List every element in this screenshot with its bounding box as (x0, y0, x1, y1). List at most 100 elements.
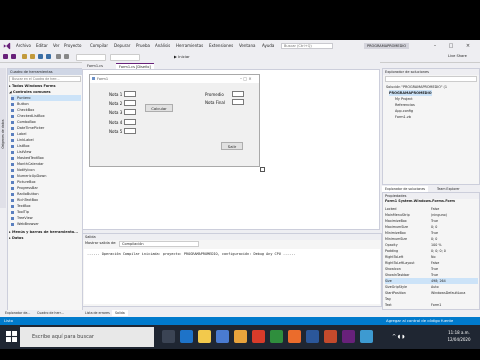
menu-item-proyecto[interactable]: Proyecto (64, 43, 81, 48)
textbox-promedio[interactable] (232, 91, 244, 97)
app-icon[interactable] (360, 330, 373, 343)
toolbox-item-label: DateTimePicker (17, 126, 45, 130)
redo-icon[interactable] (64, 54, 69, 59)
output-line: ------ Operación Compilar iniciada: proy… (87, 252, 296, 256)
toolbox-item-label: NotifyIcon (17, 168, 35, 172)
edge-browser-icon[interactable] (180, 330, 193, 343)
label-nota-final[interactable]: Nota Final (205, 100, 225, 105)
menu-item-analisis[interactable]: Análisis (155, 43, 170, 48)
textbox-nota-final[interactable] (232, 99, 244, 105)
menu-bar: Archivo Editar Ver Proyecto Compilar Dep… (0, 40, 480, 52)
platform-dropdown[interactable] (110, 54, 140, 61)
puntero-icon (11, 96, 14, 100)
label-promedio[interactable]: Promedio (205, 92, 224, 97)
back-icon[interactable] (3, 54, 8, 59)
forward-icon[interactable] (11, 54, 16, 59)
open-folder-icon[interactable] (30, 54, 35, 59)
status-bar: Listo Agregar al control de código fuent… (0, 317, 480, 325)
menu-item-herramientas[interactable]: Herramientas (176, 43, 203, 48)
solution-explorer-tab-strip: Explorador de soluciones Team Explorer (382, 185, 480, 192)
radiobutton-icon (11, 192, 14, 196)
system-tray-icons[interactable]: ^ ◖ ◗ (392, 334, 405, 340)
tab-bottom-explorer[interactable]: Explorador de... (2, 310, 33, 316)
maximize-icon[interactable]: □ (446, 42, 456, 50)
windows-start-icon[interactable] (6, 331, 17, 342)
label-nota-3[interactable]: Nota 3 (109, 110, 122, 115)
form-resize-handle[interactable] (260, 167, 265, 172)
save-all-icon[interactable] (46, 54, 51, 59)
store-icon[interactable] (216, 330, 229, 343)
textbox-nota-1[interactable] (124, 91, 136, 97)
properties-object-selector[interactable]: Form1 System.Windows.Forms.Form (385, 199, 455, 203)
property-row-text[interactable]: Text Form1 (385, 302, 478, 308)
task-view-icon[interactable] (162, 330, 175, 343)
project-name-badge: PROGRAMAPROMEDIO (364, 43, 410, 49)
quick-launch-search-input[interactable]: Buscar (Ctrl+Q) (281, 43, 333, 49)
visual-studio-logo-icon (3, 42, 11, 50)
calcular-button[interactable]: Calcular (145, 104, 173, 112)
live-share-button[interactable]: Live Share (448, 54, 467, 58)
textbox-nota-4[interactable] (124, 119, 136, 125)
powerpoint-icon[interactable] (324, 330, 337, 343)
form1-window[interactable]: Form1 – □ × Nota 1 Nota 2 Nota 3 Nota 4 … (89, 74, 260, 167)
textbox-nota-2[interactable] (124, 100, 136, 106)
visual-studio-taskbar-icon[interactable] (342, 330, 355, 343)
firefox-icon[interactable] (288, 330, 301, 343)
textbox-nota-3[interactable] (124, 109, 136, 115)
menu-item-prueba[interactable]: Prueba (136, 43, 150, 48)
menu-item-ayuda[interactable]: Ayuda (262, 43, 274, 48)
textbox-nota-5[interactable] (124, 128, 136, 134)
tab-error-list[interactable]: Lista de errores (82, 310, 113, 316)
form1-node[interactable]: Form1.vb (395, 114, 411, 120)
source-control-button[interactable]: Agregar al control de código fuente (386, 317, 453, 325)
tab-output[interactable]: Salida (112, 310, 128, 316)
checkbox-icon (11, 108, 14, 112)
menu-item-extensiones[interactable]: Extensiones (209, 43, 233, 48)
toolbox-search-input[interactable]: Buscar en el Cuadro de herr... (9, 76, 81, 82)
mail-icon[interactable] (234, 330, 247, 343)
output-source-dropdown[interactable]: Compilación (119, 241, 199, 247)
menu-item-archivo[interactable]: Archivo (16, 43, 31, 48)
undo-icon[interactable] (56, 54, 61, 59)
label-nota-5[interactable]: Nota 5 (109, 129, 122, 134)
output-pane: Salida Mostrar salida de: Compilación --… (82, 233, 382, 307)
taskbar-search-input[interactable]: Escribe aquí para buscar (20, 327, 154, 347)
close-icon[interactable]: × (463, 42, 473, 50)
new-project-icon[interactable] (22, 54, 27, 59)
menu-item-compilar[interactable]: Compilar (90, 43, 108, 48)
data-sources-vertical-tab[interactable]: Orígenes de datos (0, 68, 6, 208)
toolbox-item-label: ListView (17, 150, 32, 154)
label-nota-1[interactable]: Nota 1 (109, 92, 122, 97)
tab-bottom-toolbox[interactable]: Cuadro de herr... (34, 310, 67, 316)
excel-icon[interactable] (270, 330, 283, 343)
toolbox-item-webbrowser[interactable]: WebBrowser (11, 221, 81, 227)
menu-item-ventana[interactable]: Ventana (239, 43, 255, 48)
output-text-area[interactable]: ------ Operación Compilar iniciada: proy… (84, 249, 380, 304)
file-explorer-icon[interactable] (198, 330, 211, 343)
solution-explorer-search-input[interactable] (385, 76, 477, 82)
save-icon[interactable] (38, 54, 43, 59)
label-nota-2[interactable]: Nota 2 (109, 101, 122, 106)
toolbox-group-data[interactable]: ▸ Datos (9, 235, 79, 241)
toolbox-item-label: Puntero (17, 96, 31, 100)
label-icon (11, 132, 14, 136)
property-value[interactable]: Form1 (431, 302, 478, 308)
maskedtextbox-icon (11, 156, 14, 160)
linklabel-icon (11, 138, 14, 142)
word-icon[interactable] (306, 330, 319, 343)
button-icon (11, 102, 14, 106)
toolbox-pane: Cuadro de herramientas Buscar en el Cuad… (7, 68, 83, 312)
start-debug-button[interactable]: ▶ Iniciar (172, 53, 192, 60)
configuration-dropdown[interactable] (76, 54, 106, 61)
status-text: Listo (4, 318, 13, 323)
checkedlistbox-icon (11, 114, 14, 118)
menu-item-depurar[interactable]: Depurar (114, 43, 130, 48)
salir-button[interactable]: Salir (221, 142, 243, 150)
office-icon[interactable] (252, 330, 265, 343)
minimize-icon[interactable]: – (430, 42, 440, 50)
menu-item-editar[interactable]: Editar (36, 43, 48, 48)
menu-item-ver[interactable]: Ver (53, 43, 60, 48)
clock[interactable]: 11:18 a.m. 12/04/2020 (443, 329, 475, 343)
solution-explorer-pane: Explorador de soluciones Solución "PROGR… (382, 68, 480, 185)
label-nota-4[interactable]: Nota 4 (109, 120, 122, 125)
